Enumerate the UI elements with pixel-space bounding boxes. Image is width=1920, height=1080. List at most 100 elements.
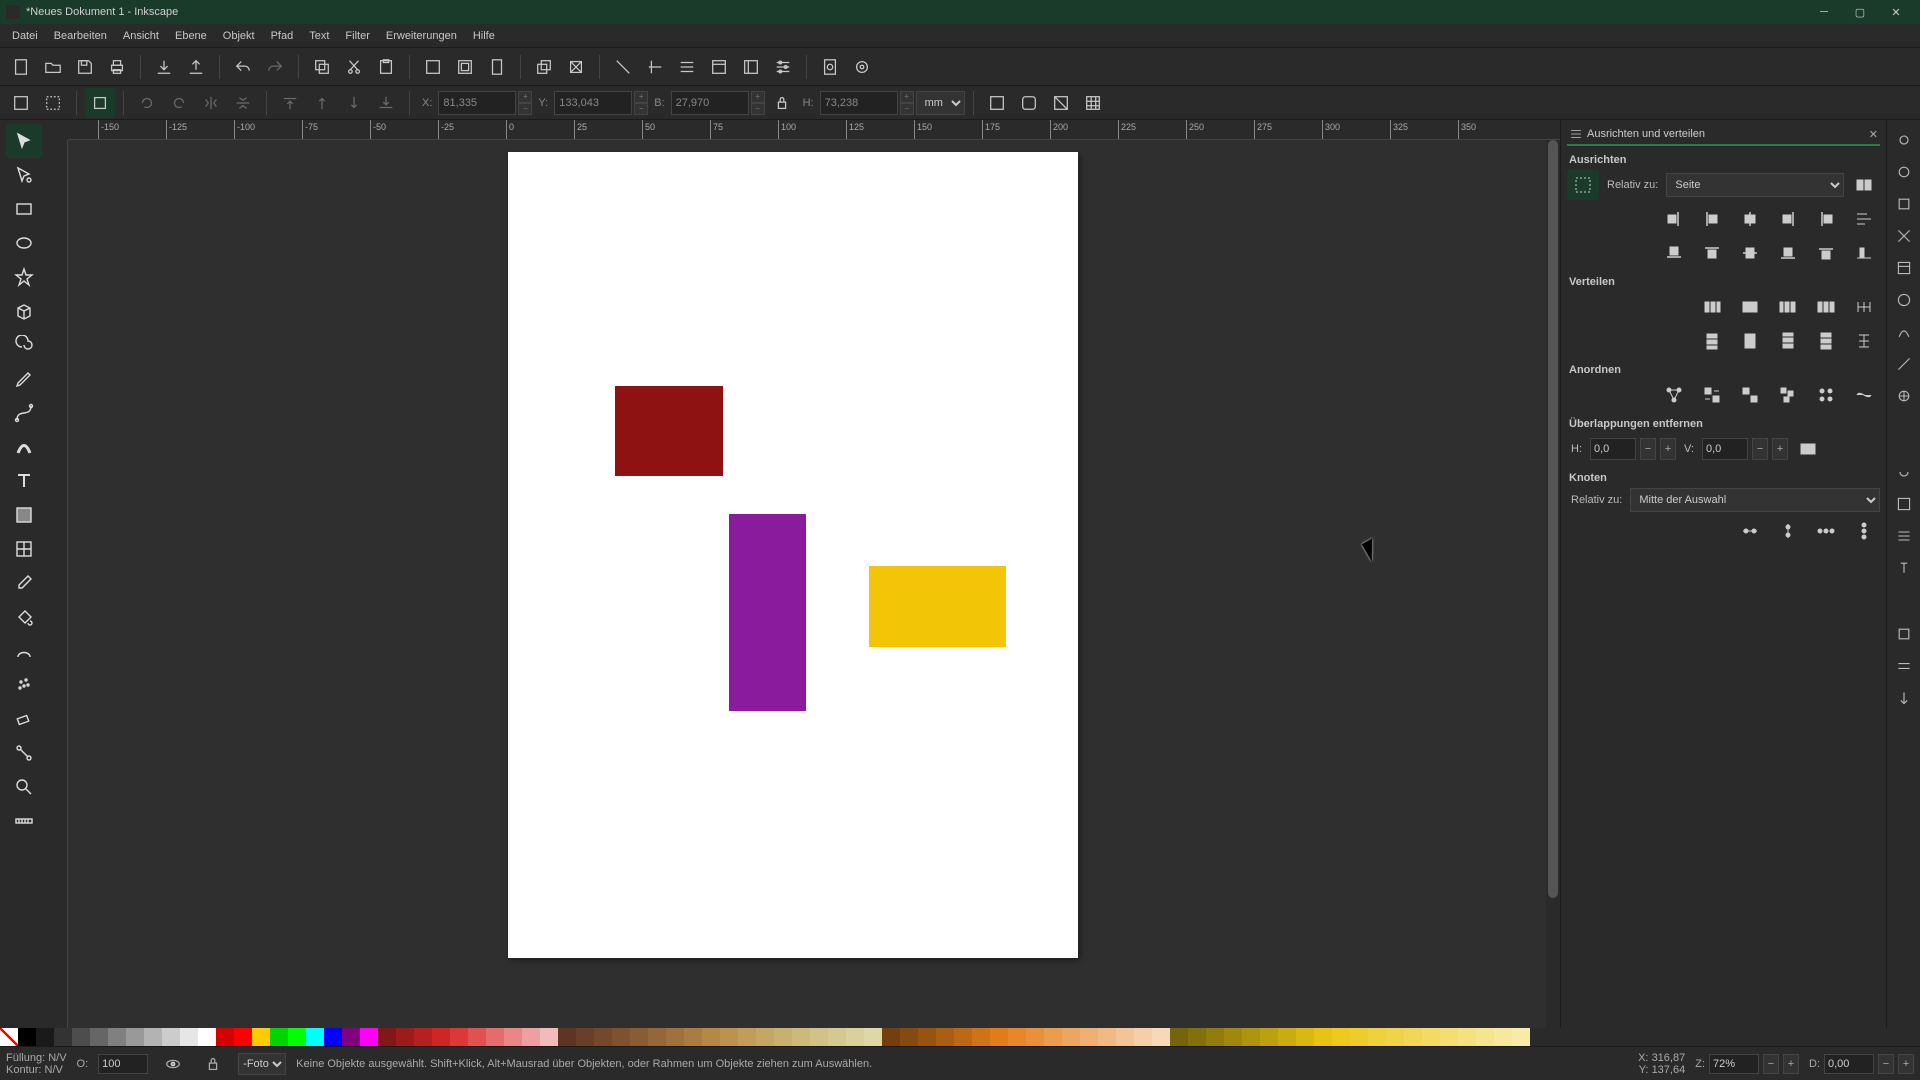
dropper-tool[interactable] [6,566,42,600]
mesh-tool[interactable] [6,532,42,566]
dist-right-button[interactable] [1772,292,1804,322]
swatch[interactable] [1440,1028,1458,1046]
panel-close-button[interactable]: ✕ [1869,128,1878,141]
swatch[interactable] [1224,1028,1242,1046]
shape-yellow-rect[interactable] [869,566,1006,647]
swatch[interactable] [900,1028,918,1046]
dist-equal-v-button[interactable] [1848,326,1880,356]
dist-equal-h-button[interactable] [1848,292,1880,322]
ruler-horizontal[interactable]: -150-125-100-75-50-250255075100125150175… [68,120,1560,140]
dist-top-button[interactable] [1696,326,1728,356]
dock-tab-10[interactable] [1890,458,1918,486]
rotate-cw-button[interactable] [164,88,194,118]
swatch[interactable] [144,1028,162,1046]
scale-corners-button[interactable] [1014,88,1044,118]
move-pattern-button[interactable] [1078,88,1108,118]
overlap-v-input[interactable] [1702,438,1748,460]
h-spinner[interactable]: +− [900,91,914,115]
swatch[interactable] [1080,1028,1098,1046]
align-left-button[interactable] [1696,204,1728,234]
import-button[interactable] [149,52,179,82]
shape-red-rect[interactable] [615,386,723,476]
swatch[interactable] [1404,1028,1422,1046]
swatch[interactable] [1026,1028,1044,1046]
dock-tab-13[interactable] [1890,554,1918,582]
swatch[interactable] [972,1028,990,1046]
swatch[interactable] [1422,1028,1440,1046]
menu-filter[interactable]: Filter [337,27,377,45]
print-button[interactable] [102,52,132,82]
swatch[interactable] [1152,1028,1170,1046]
y-field[interactable]: 133,043 [554,91,632,115]
swatch[interactable] [252,1028,270,1046]
ruler-vertical[interactable] [48,140,68,1046]
selectors-button[interactable] [736,52,766,82]
node-tool[interactable] [6,158,42,192]
swatch[interactable] [180,1028,198,1046]
measure-tool[interactable] [6,804,42,838]
swatch[interactable] [594,1028,612,1046]
swatch[interactable] [1260,1028,1278,1046]
arrange-randomize-button[interactable] [1848,380,1880,410]
swatch[interactable] [1386,1028,1404,1046]
cut-button[interactable] [339,52,369,82]
unit-select[interactable]: mm [916,91,965,115]
menu-view[interactable]: Ansicht [115,27,167,45]
lower-button[interactable] [339,88,369,118]
eraser-tool[interactable] [6,702,42,736]
swatch[interactable] [414,1028,432,1046]
group-button[interactable] [608,52,638,82]
dock-tab-8[interactable] [1890,350,1918,378]
swatch[interactable] [72,1028,90,1046]
global-prefs-button[interactable] [847,52,877,82]
overlap-v-minus[interactable]: − [1752,438,1768,460]
swatch[interactable] [1332,1028,1350,1046]
scale-stroke-button[interactable] [982,88,1012,118]
selector-tool[interactable] [6,124,42,158]
nodes-align-v-button[interactable] [1772,516,1804,546]
move-gradient-button[interactable] [1046,88,1076,118]
swatch[interactable] [504,1028,522,1046]
swatch[interactable] [774,1028,792,1046]
align-group-button[interactable] [1848,170,1880,200]
dist-center-v-button[interactable] [1734,326,1766,356]
swatch[interactable] [882,1028,900,1046]
swatch[interactable] [864,1028,882,1046]
dist-gap-h-button[interactable] [1810,292,1842,322]
swatch[interactable] [468,1028,486,1046]
fill-value[interactable]: N/V [48,1052,66,1064]
swatch[interactable] [1098,1028,1116,1046]
w-field[interactable]: 27,970 [671,91,749,115]
nodes-align-h-button[interactable] [1734,516,1766,546]
copy-button[interactable] [307,52,337,82]
swatch[interactable] [648,1028,666,1046]
overlap-h-input[interactable] [1590,438,1636,460]
paste-button[interactable] [371,52,401,82]
zoom-selection-button[interactable] [418,52,448,82]
swatch[interactable] [1134,1028,1152,1046]
rot-plus[interactable]: + [1898,1054,1914,1074]
swatch[interactable] [918,1028,936,1046]
swatch[interactable] [1494,1028,1512,1046]
ungroup-button[interactable] [640,52,670,82]
minimize-button[interactable]: ─ [1806,1,1842,23]
paintbucket-tool[interactable] [6,600,42,634]
shape-purple-rect[interactable] [729,514,806,711]
visibility-toggle[interactable] [158,1049,188,1079]
align-left-out-button[interactable] [1658,204,1690,234]
swatch[interactable] [954,1028,972,1046]
swatch[interactable] [1170,1028,1188,1046]
export-button[interactable] [181,52,211,82]
swatch[interactable] [702,1028,720,1046]
undo-button[interactable] [228,52,258,82]
overlap-h-minus[interactable]: − [1640,438,1656,460]
align-top-button[interactable] [1696,238,1728,268]
swatch[interactable] [54,1028,72,1046]
swatch[interactable] [342,1028,360,1046]
text-tool[interactable] [6,464,42,498]
pencil-tool[interactable] [6,362,42,396]
close-button[interactable]: ✕ [1878,1,1914,23]
dock-tab-2[interactable] [1890,158,1918,186]
gradient-tool[interactable] [6,498,42,532]
swatch[interactable] [666,1028,684,1046]
